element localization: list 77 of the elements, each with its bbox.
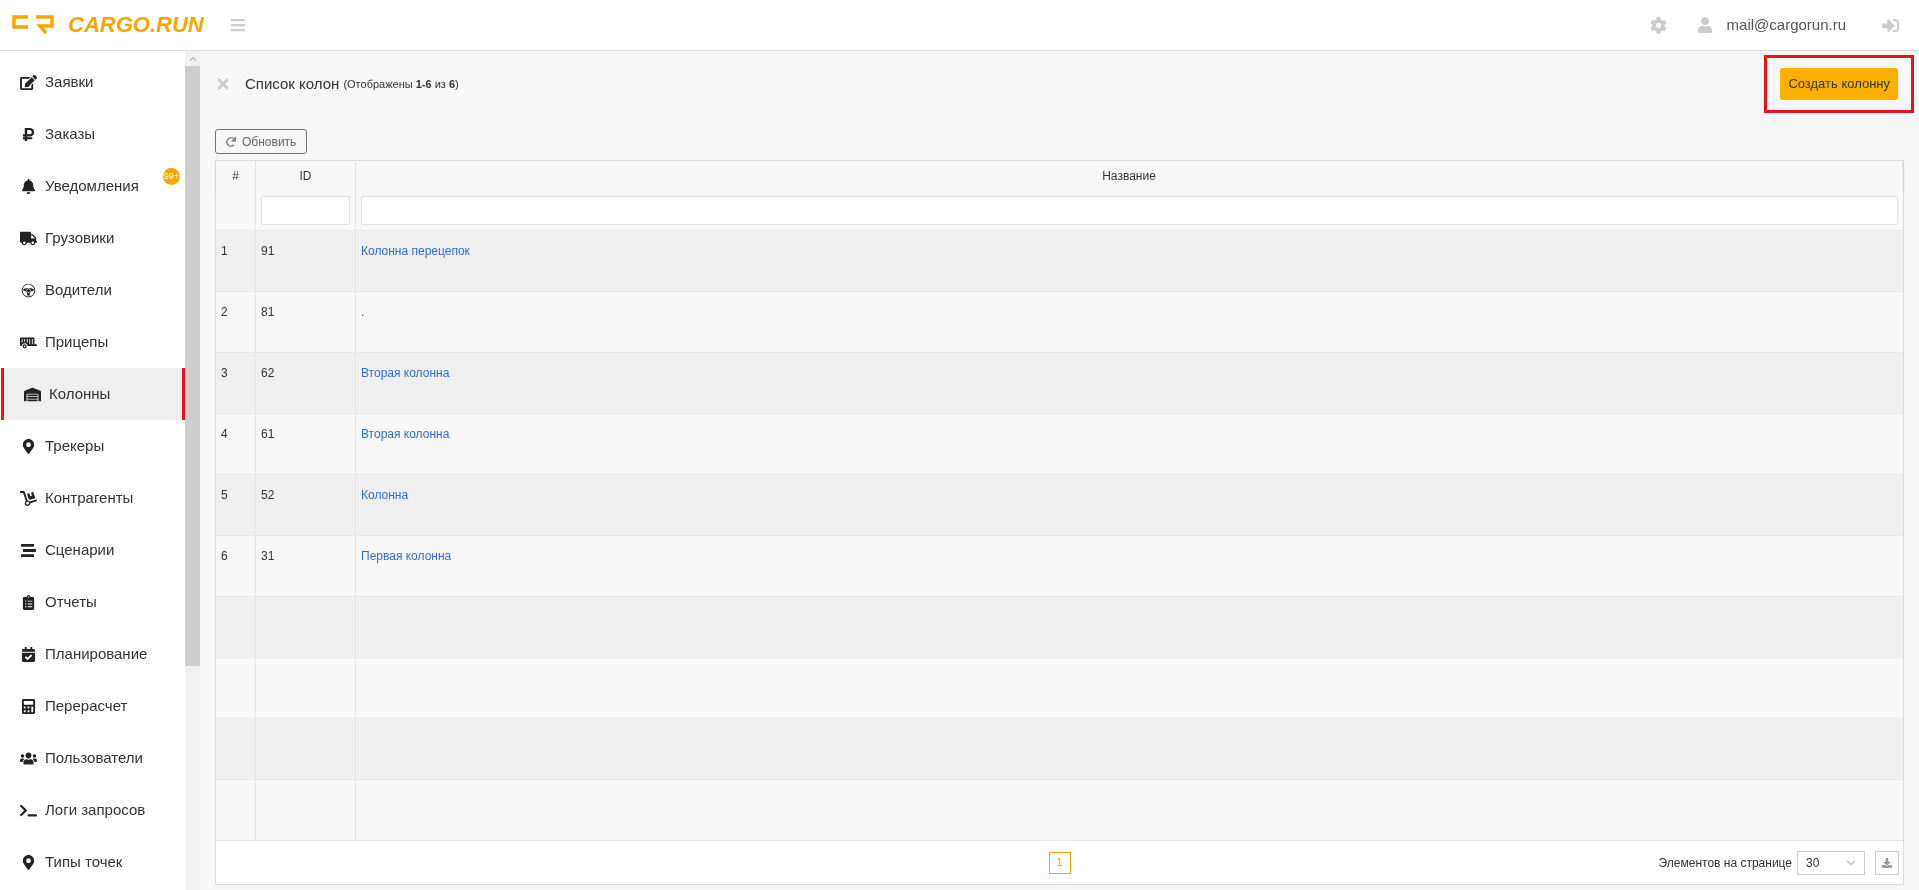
- calculator-icon: [20, 698, 37, 714]
- sidebar-label: Колонны: [49, 383, 111, 404]
- sidebar-label: Заказы: [45, 123, 96, 144]
- page-title: Список колон: [245, 73, 340, 94]
- sidebar-label: Логи запросов: [45, 799, 146, 820]
- sidebar-label: Уведомления: [45, 175, 139, 196]
- refresh-icon: [226, 136, 236, 147]
- sidebar-label: Заявки: [45, 71, 94, 92]
- clipboard-icon: [20, 594, 37, 610]
- row-number: 6: [221, 548, 228, 563]
- page-subtitle: (Отображены 1-6 из 6): [343, 76, 459, 92]
- logo-icon: [10, 14, 56, 36]
- row-number: 2: [221, 304, 228, 319]
- id-cell: 52: [261, 487, 275, 502]
- map-pin-icon: [20, 854, 37, 870]
- map-pin-icon: [20, 438, 37, 454]
- name-filter-field[interactable]: [361, 195, 1898, 225]
- id-filter-field[interactable]: [261, 195, 350, 225]
- menu-icon[interactable]: [230, 17, 246, 33]
- scrollbar-thumb[interactable]: [185, 66, 200, 666]
- sidebar-label: Отчеты: [45, 591, 97, 612]
- id-cell: 81: [261, 304, 275, 319]
- column-header: #: [216, 161, 256, 191]
- trailer-icon: [20, 334, 37, 350]
- id-cell: 62: [261, 365, 275, 380]
- id-cell: 31: [261, 548, 275, 563]
- row-number: 5: [221, 487, 228, 502]
- logo-text: CARGO.RUN: [68, 14, 204, 36]
- sidebar-label: Трекеры: [45, 435, 105, 456]
- download-icon: [1882, 857, 1892, 868]
- sidebar-label: Прицепы: [45, 331, 109, 352]
- sidebar-label: Водители: [45, 279, 112, 300]
- close-icon[interactable]: [215, 76, 231, 92]
- id-cell: 91: [261, 243, 275, 258]
- user-email[interactable]: mail@cargorun.ru: [1726, 13, 1846, 37]
- sidebar-label: Пользователи: [45, 747, 143, 768]
- users-icon: [20, 750, 37, 766]
- logout-icon[interactable]: [1882, 16, 1899, 34]
- column-name-link[interactable]: Колонна перецепок: [361, 243, 470, 258]
- sidebar-label: Контрагенты: [45, 487, 134, 508]
- dolly-icon: [20, 490, 37, 506]
- notification-badge: 99+: [163, 168, 180, 185]
- sidebar-item[interactable]: Колонны: [4, 368, 182, 420]
- page-size-label: Элементов на странице: [1658, 854, 1792, 872]
- ruble-icon: [20, 126, 37, 142]
- lines-icon: [20, 542, 37, 558]
- column-name-link[interactable]: .: [361, 304, 365, 319]
- steering-wheel-icon: [20, 282, 37, 298]
- sidebar-label: Сценарии: [45, 539, 115, 560]
- column-header: ID: [256, 161, 356, 191]
- user-icon: [1696, 17, 1713, 33]
- edit-icon: [20, 74, 37, 90]
- truck-icon: [20, 230, 37, 246]
- row-number: 4: [221, 426, 228, 441]
- download-button[interactable]: [1875, 850, 1899, 875]
- column-name-link[interactable]: Колонна: [361, 487, 409, 502]
- chevron-down-icon: [1846, 857, 1856, 868]
- id-cell: 61: [261, 426, 275, 441]
- garage-icon: [24, 386, 41, 402]
- row-number: 3: [221, 365, 228, 380]
- sidebar-label: Грузовики: [45, 227, 115, 248]
- column-name-link[interactable]: Вторая колонна: [361, 426, 450, 441]
- calendar-icon: [20, 646, 37, 662]
- column-header: Название: [356, 161, 1903, 191]
- column-name-link[interactable]: Вторая колонна: [361, 365, 450, 380]
- refresh-button[interactable]: Обновить: [215, 129, 308, 154]
- page-size-select[interactable]: 30: [1797, 850, 1865, 875]
- scroll-up-icon[interactable]: [188, 54, 197, 63]
- terminal-icon: [20, 802, 37, 818]
- row-number: 1: [221, 243, 228, 258]
- create-button[interactable]: Создать колонну: [1780, 68, 1898, 100]
- column-name-link[interactable]: Первая колонна: [361, 548, 452, 563]
- sidebar-label: Типы точек: [45, 851, 123, 872]
- sidebar-label: Перерасчет: [45, 695, 128, 716]
- bell-icon: [20, 178, 37, 194]
- sidebar-label: Планирование: [45, 643, 148, 664]
- settings-icon[interactable]: [1649, 16, 1667, 34]
